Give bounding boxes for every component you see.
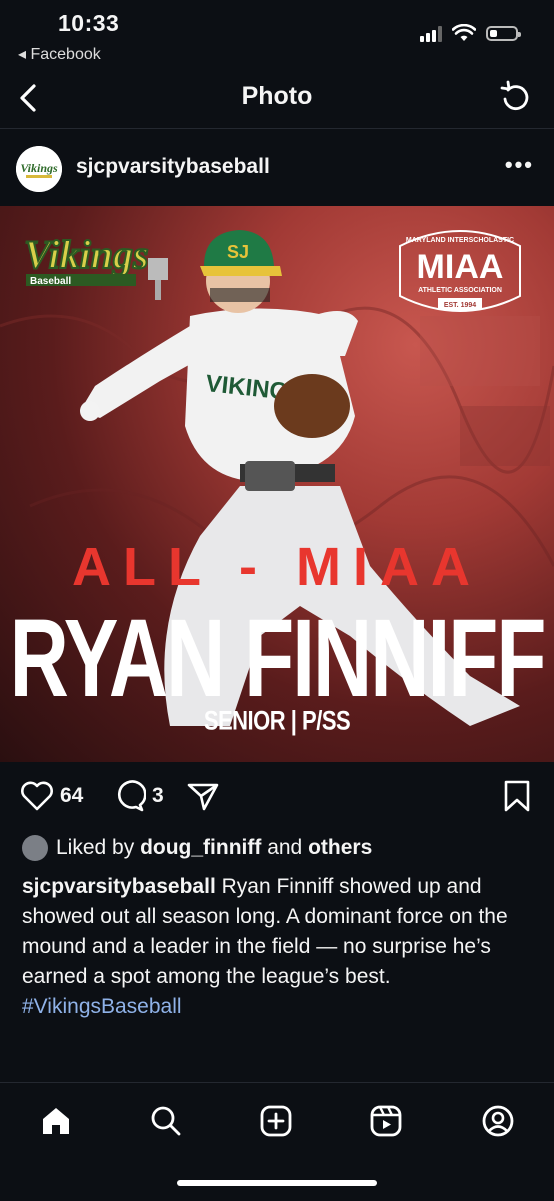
comment-icon[interactable] — [112, 780, 146, 812]
caption-username[interactable]: sjcpvarsitybaseball — [22, 875, 216, 898]
header-divider — [0, 128, 554, 129]
comment-action[interactable]: 3 — [112, 780, 164, 812]
tab-create[interactable] — [258, 1103, 294, 1139]
page-title: Photo — [241, 82, 313, 110]
liked-by-others[interactable]: others — [308, 836, 372, 859]
liked-by-prefix: Liked by — [56, 836, 135, 859]
photo-player-name: RYAN FINNIFF — [9, 597, 547, 721]
liked-by-and: and — [267, 836, 303, 859]
search-icon[interactable] — [149, 1104, 183, 1138]
share-icon[interactable] — [186, 780, 220, 812]
vikings-logo-icon: Vikings — [16, 146, 62, 192]
status-time: 10:33 — [58, 10, 120, 36]
svg-text:EST. 1994: EST. 1994 — [444, 302, 476, 309]
back-to-app-link[interactable]: ◂ Facebook — [18, 44, 101, 64]
more-options-icon[interactable]: ••• — [505, 152, 534, 178]
avatar[interactable]: Vikings — [16, 146, 62, 192]
liked-by-line: Liked by doug_finniff and others — [22, 835, 372, 861]
svg-text:Vikings: Vikings — [20, 161, 58, 175]
bookmark-icon[interactable] — [502, 779, 532, 813]
battery-icon — [486, 25, 521, 41]
baseball — [80, 401, 100, 421]
create-icon[interactable] — [259, 1104, 293, 1138]
tab-home[interactable] — [38, 1103, 74, 1139]
home-indicator — [177, 1180, 377, 1186]
tab-search[interactable] — [148, 1103, 184, 1139]
tab-profile[interactable] — [480, 1103, 516, 1139]
glove — [274, 374, 350, 438]
home-icon[interactable] — [39, 1104, 73, 1138]
cellular-signal-icon — [420, 24, 442, 42]
likes-count: 64 — [60, 784, 84, 807]
svg-text:ATHLETIC ASSOCIATION: ATHLETIC ASSOCIATION — [418, 287, 502, 294]
post-photo[interactable]: VIKINGS SJ Vikings Baseball MARYLAND INT… — [0, 206, 554, 762]
like-action[interactable]: 64 — [20, 780, 83, 812]
post-caption: sjcpvarsitybaseball Ryan Finniff showed … — [22, 872, 532, 1022]
reels-icon[interactable] — [369, 1104, 403, 1138]
vikings-logo: Vikings Baseball — [23, 231, 168, 300]
status-icons — [420, 24, 521, 42]
refresh-icon[interactable] — [496, 78, 536, 118]
miaa-badge: MARYLAND INTERSCHOLASTIC MIAA ATHLETIC A… — [399, 230, 521, 312]
profile-icon[interactable] — [481, 1104, 515, 1138]
svg-text:MARYLAND INTERSCHOLASTIC: MARYLAND INTERSCHOLASTIC — [406, 237, 514, 244]
photo-position: SENIOR | P/SS — [203, 705, 351, 736]
tab-reels[interactable] — [368, 1103, 404, 1139]
caption-hashtag[interactable]: #VikingsBaseball — [22, 995, 182, 1018]
photo-headline: ALL - MIAA — [72, 537, 482, 597]
heart-icon[interactable] — [20, 780, 54, 812]
comments-count: 3 — [152, 784, 164, 807]
liked-by-user[interactable]: doug_finniff — [140, 836, 261, 859]
cap-letter: SJ — [227, 242, 249, 262]
wifi-icon — [452, 24, 476, 41]
post-username[interactable]: sjcpvarsitybaseball — [76, 155, 270, 179]
svg-text:Baseball: Baseball — [30, 276, 71, 287]
svg-text:MIAA: MIAA — [417, 248, 504, 286]
svg-text:Vikings: Vikings — [24, 232, 149, 277]
liker-avatar[interactable] — [22, 835, 48, 861]
